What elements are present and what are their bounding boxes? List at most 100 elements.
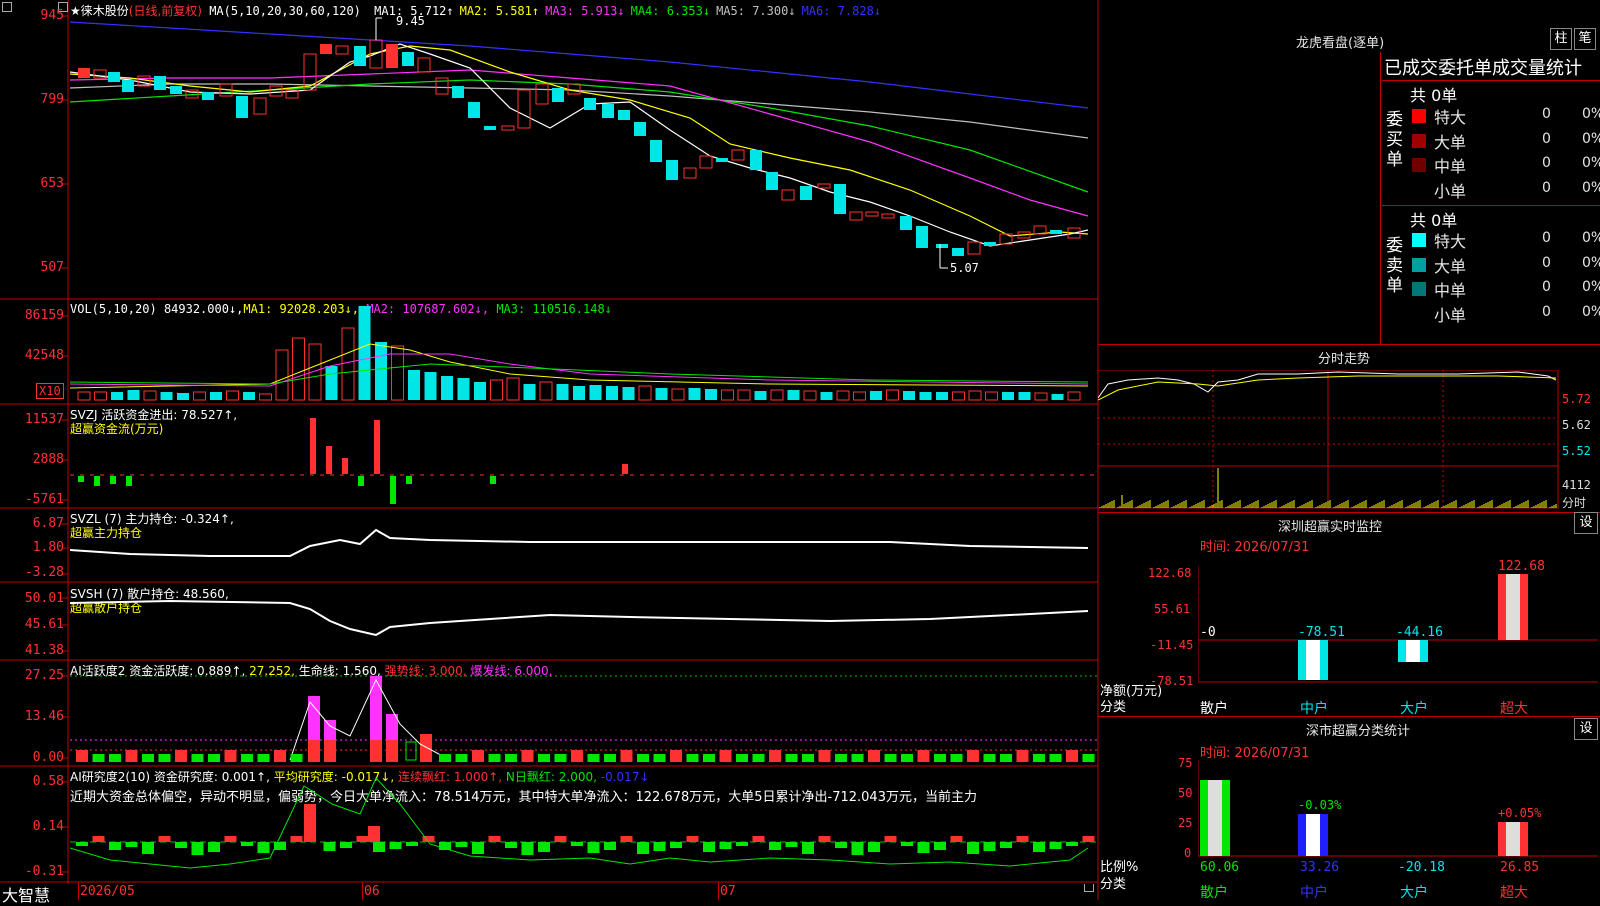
color-swatch — [1412, 158, 1426, 172]
color-swatch — [1412, 133, 1426, 148]
sz-classify-axis-caption-2: 分类 — [1100, 877, 1127, 892]
sz-classify-val-mid: 33.26 — [1300, 860, 1340, 875]
sz-monitor-value-super: 122.68 — [1498, 559, 1545, 574]
sz-monitor-axis-1: 55.61 — [1154, 602, 1191, 616]
order-count: 0 — [1542, 179, 1551, 196]
buy-orders-label: 委买单 — [1386, 110, 1403, 170]
date-label-jun: 06 — [364, 884, 380, 899]
sz-monitor-axis-2: -11.45 — [1150, 638, 1194, 652]
volume-chart[interactable] — [70, 304, 1098, 402]
order-count: 0 — [1542, 130, 1551, 147]
svzj-axis-mid: 2888 — [32, 452, 64, 467]
price-axis-653: 653 — [40, 176, 64, 191]
ma-value-2: MA2: 5.581↑ — [459, 4, 540, 18]
price-axis-945: 945 — [40, 8, 64, 23]
order-size-label: 小单 — [1434, 181, 1467, 201]
sz-monitor-value-big: -44.16 — [1396, 625, 1443, 640]
price-axis-799: 799 — [40, 92, 64, 107]
date-label-jul: 07 — [720, 884, 736, 899]
period-label[interactable]: (日线,前复权) — [129, 4, 202, 18]
svzj-axis-bot: -5761 — [24, 492, 64, 507]
svzl-chart[interactable] — [70, 510, 1098, 582]
low-price-mark: 5.07 — [950, 261, 979, 275]
sz-monitor-settings-button[interactable]: 设 — [1574, 512, 1598, 534]
order-pct: 0% — [1582, 303, 1600, 320]
svzj-axis-top: 11537 — [24, 412, 64, 427]
order-count: 0 — [1542, 155, 1551, 171]
buy-row: 中单 0 0% — [1412, 153, 1600, 177]
order-size-label: 大单 — [1434, 256, 1467, 276]
intraday-axis-2: 5.62 — [1562, 418, 1591, 432]
vol-axis-top: 86159 — [24, 308, 64, 323]
sz-classify-axis-0: 75 — [1178, 756, 1193, 770]
svzl-axis-mid: 1.80 — [32, 540, 64, 555]
sz-classify-time: 时间: 2026/07/31 — [1200, 746, 1310, 761]
ai-active-axis-mid: 13.46 — [24, 709, 64, 724]
ma-value-6: MA6: 7.828↓ — [801, 4, 882, 18]
sz-monitor-cat-retail: 散户 — [1200, 701, 1228, 717]
brand-label: 大智慧 — [2, 886, 51, 905]
order-pct: 0% — [1582, 130, 1600, 147]
order-pct: 0% — [1582, 155, 1600, 171]
sz-classify-title: 深市超赢分类统计 — [1306, 724, 1411, 739]
svzj-chart[interactable] — [70, 406, 1098, 506]
sz-classify-settings-button[interactable]: 设 — [1574, 718, 1598, 740]
color-swatch — [1412, 109, 1426, 123]
sz-classify-cat-super: 超大 — [1500, 885, 1528, 901]
order-size-label: 小单 — [1434, 305, 1467, 325]
svsh-axis-mid: 45.61 — [24, 617, 64, 632]
svzl-axis-top: 6.87 — [32, 516, 64, 531]
ma-value-5: MA5: 7.300↓ — [716, 4, 796, 18]
intraday-chart[interactable] — [1098, 370, 1560, 510]
sz-classify-axis-3: 0 — [1184, 846, 1192, 860]
sz-monitor-title: 深圳超赢实时监控 — [1278, 520, 1383, 535]
sz-classify-axis-1: 50 — [1178, 786, 1193, 800]
ma1-line — [70, 43, 1089, 247]
ai-research-chart[interactable] — [70, 768, 1098, 882]
dragon-tiger-title: 龙虎看盘(逐单) — [1296, 36, 1385, 51]
sz-monitor-axis-0: 122.68 — [1148, 566, 1192, 580]
price-chart[interactable] — [70, 0, 1098, 298]
svsh-axis-top: 50.01 — [24, 591, 64, 606]
order-count: 0 — [1542, 279, 1551, 295]
sz-monitor-axis-caption-2: 分类 — [1100, 700, 1127, 715]
intraday-vol-label: 分时 — [1562, 496, 1587, 510]
sz-monitor-cat-super: 超大 — [1500, 701, 1528, 717]
lock-icon[interactable] — [1084, 884, 1094, 892]
svsh-chart[interactable] — [70, 585, 1098, 659]
sz-classify-top-super: +0.05% — [1498, 806, 1542, 820]
price-header: ★徕木股份(日线,前复权) MA(5,10,20,30,60,120) MA1:… — [70, 2, 881, 19]
order-count: 0 — [1542, 254, 1551, 271]
sz-monitor-value-retail: -0 — [1200, 625, 1216, 640]
sz-classify-cat-big: 大户 — [1400, 885, 1428, 901]
color-swatch — [1412, 306, 1426, 321]
buy-row: 小单 0 0% — [1412, 178, 1600, 202]
sell-row: 小单 0 0% — [1412, 302, 1600, 326]
sz-classify-axis-2: 25 — [1178, 816, 1193, 830]
sell-row: 大单 0 0% — [1412, 253, 1600, 277]
sz-classify-cat-retail: 散户 — [1200, 885, 1228, 901]
svzl-axis-bot: -3.28 — [24, 565, 64, 580]
ai-research-axis-top: 0.58 — [32, 774, 64, 789]
ma-value-4: MA4: 6.353↓ — [630, 4, 711, 18]
order-count: 0 — [1542, 230, 1551, 246]
vol-axis-mid: 42548 — [24, 348, 64, 363]
color-swatch — [1412, 282, 1426, 296]
order-pct: 0% — [1582, 279, 1600, 295]
sz-monitor-chart[interactable] — [1198, 566, 1600, 716]
ai-active-chart[interactable] — [70, 662, 1098, 766]
stroke-button[interactable]: 笔 — [1574, 28, 1596, 50]
stock-name[interactable]: ★徕木股份 — [70, 4, 129, 18]
order-count: 0 — [1542, 303, 1551, 320]
pillar-button[interactable]: 柱 — [1550, 28, 1572, 50]
dragon-tiger-subtitle: 已成交委托单成交量统计 — [1384, 58, 1582, 79]
sz-monitor-cat-big: 大户 — [1400, 701, 1428, 717]
intraday-axis-1: 5.72 — [1562, 392, 1591, 406]
order-pct: 0% — [1582, 179, 1600, 196]
sz-monitor-time: 时间: 2026/07/31 — [1200, 540, 1310, 555]
buy-total: 共 0单 — [1410, 86, 1458, 105]
sz-classify-val-retail: 60.06 — [1200, 860, 1240, 875]
sz-classify-val-big: -20.18 — [1398, 860, 1445, 875]
color-swatch — [1412, 182, 1426, 197]
ai-active-axis-bot: 0.00 — [32, 750, 64, 765]
